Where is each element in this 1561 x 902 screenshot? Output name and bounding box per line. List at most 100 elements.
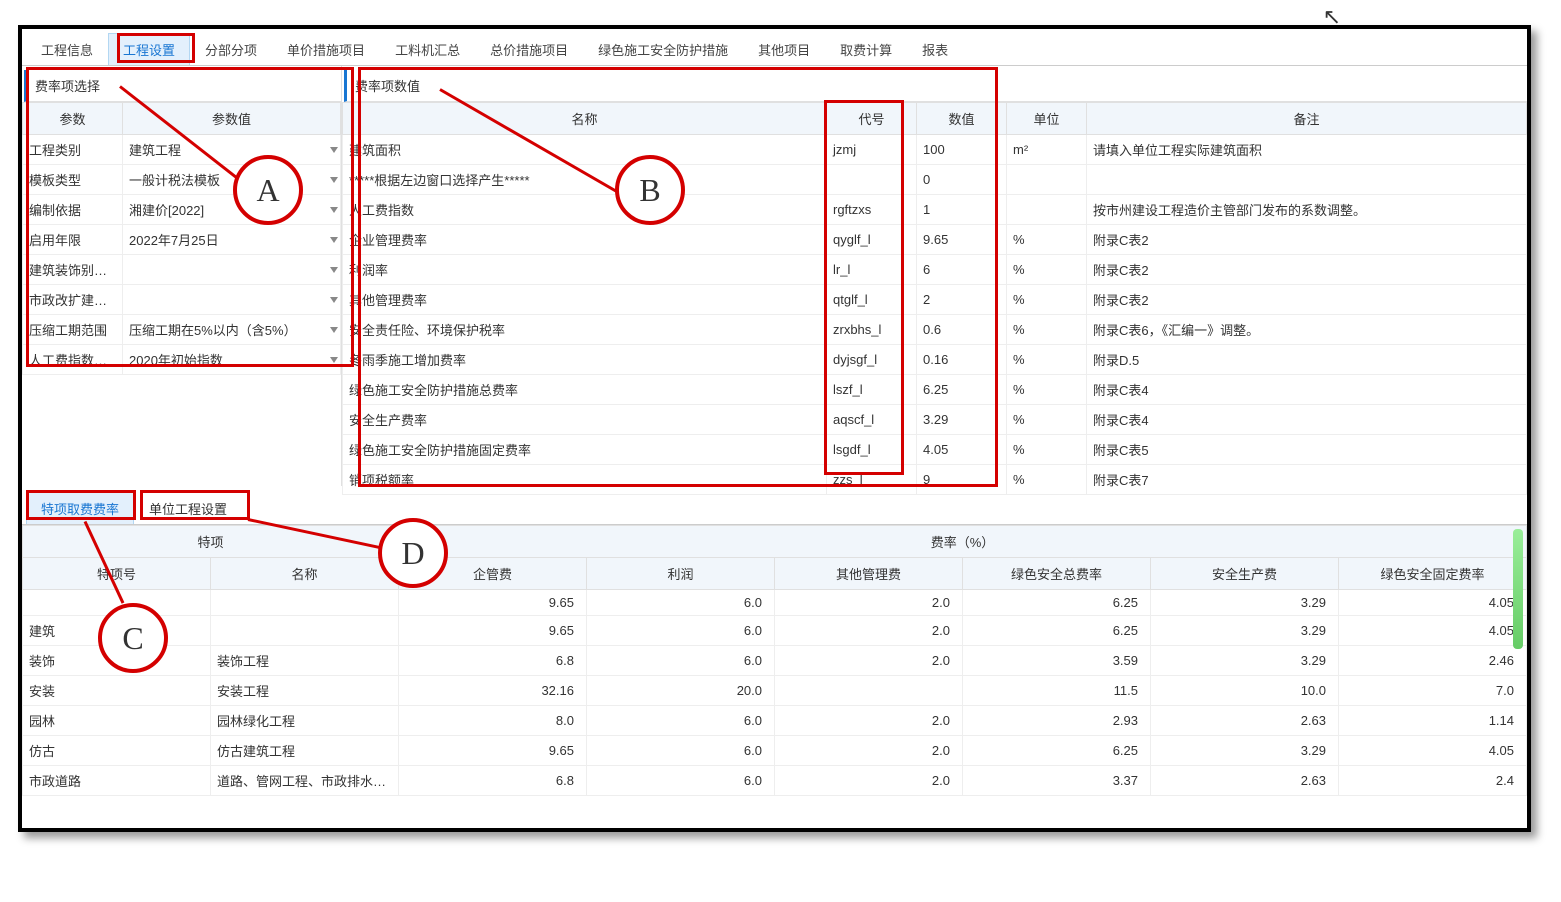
- rate-cell[interactable]: 6.8: [399, 766, 587, 796]
- lower-head-left-1[interactable]: 名称: [211, 558, 399, 590]
- tab-6[interactable]: 绿色施工安全防护措施: [583, 33, 743, 65]
- rate-cell[interactable]: 2.46: [1339, 646, 1527, 676]
- rate-cell[interactable]: 3.29: [1151, 736, 1339, 766]
- tab-4[interactable]: 工料机汇总: [380, 33, 475, 65]
- value-cell[interactable]: 2: [917, 285, 1007, 315]
- rate-cell[interactable]: 9.65: [399, 590, 587, 616]
- param-value[interactable]: 一般计税法模板: [123, 165, 341, 195]
- rate-cell[interactable]: 9.65: [399, 736, 587, 766]
- dropdown-arrow-icon[interactable]: [330, 237, 338, 243]
- rate-cell[interactable]: 8.0: [399, 706, 587, 736]
- tab-0[interactable]: 工程信息: [26, 33, 108, 65]
- col-unit[interactable]: 单位: [1007, 103, 1087, 135]
- value-cell[interactable]: 3.29: [917, 405, 1007, 435]
- rate-cell[interactable]: 11.5: [963, 676, 1151, 706]
- rate-cell[interactable]: 4.05: [1339, 590, 1527, 616]
- rate-cell[interactable]: 7.0: [1339, 676, 1527, 706]
- code-cell: zrxbhs_l: [827, 315, 917, 345]
- rate-cell[interactable]: 3.59: [963, 646, 1151, 676]
- lower-head-right-2[interactable]: 其他管理费: [775, 558, 963, 590]
- rate-cell[interactable]: 2.0: [775, 766, 963, 796]
- param-value[interactable]: [123, 255, 341, 285]
- col-code[interactable]: 代号: [827, 103, 917, 135]
- value-cell[interactable]: 6: [917, 255, 1007, 285]
- value-cell[interactable]: 0.16: [917, 345, 1007, 375]
- dropdown-arrow-icon[interactable]: [330, 177, 338, 183]
- rate-cell[interactable]: 6.8: [399, 646, 587, 676]
- rate-cell[interactable]: 10.0: [1151, 676, 1339, 706]
- dropdown-arrow-icon[interactable]: [330, 207, 338, 213]
- rate-cell[interactable]: 2.63: [1151, 766, 1339, 796]
- col-remark[interactable]: 备注: [1087, 103, 1527, 135]
- rate-cell[interactable]: 6.0: [587, 616, 775, 646]
- unit-cell: %: [1007, 435, 1087, 465]
- dropdown-arrow-icon[interactable]: [330, 147, 338, 153]
- value-cell[interactable]: 4.05: [917, 435, 1007, 465]
- rate-cell[interactable]: 2.0: [775, 616, 963, 646]
- rate-cell[interactable]: 3.29: [1151, 646, 1339, 676]
- value-cell[interactable]: 100: [917, 135, 1007, 165]
- rate-cell[interactable]: 4.05: [1339, 736, 1527, 766]
- rate-cell[interactable]: 6.0: [587, 736, 775, 766]
- rate-cell[interactable]: 3.29: [1151, 590, 1339, 616]
- rate-cell[interactable]: 9.65: [399, 616, 587, 646]
- lower-head-right-4[interactable]: 安全生产费: [1151, 558, 1339, 590]
- param-value[interactable]: 湘建价[2022]: [123, 195, 341, 225]
- value-cell[interactable]: 0.6: [917, 315, 1007, 345]
- rate-cell[interactable]: 1.14: [1339, 706, 1527, 736]
- lower-head-right-1[interactable]: 利润: [587, 558, 775, 590]
- rate-cell[interactable]: 6.0: [587, 646, 775, 676]
- rate-cell[interactable]: 3.29: [1151, 616, 1339, 646]
- value-cell[interactable]: 1: [917, 195, 1007, 225]
- col-name[interactable]: 名称: [343, 103, 827, 135]
- tab-8[interactable]: 取费计算: [825, 33, 907, 65]
- rate-cell[interactable]: 6.0: [587, 590, 775, 616]
- rate-cell[interactable]: 6.25: [963, 590, 1151, 616]
- value-cell[interactable]: 9: [917, 465, 1007, 495]
- dropdown-arrow-icon[interactable]: [330, 297, 338, 303]
- rate-cell[interactable]: 20.0: [587, 676, 775, 706]
- rate-cell[interactable]: 2.0: [775, 590, 963, 616]
- subtab-1[interactable]: 单位工程设置: [134, 492, 242, 524]
- col-value[interactable]: 数值: [917, 103, 1007, 135]
- rate-cell[interactable]: 3.37: [963, 766, 1151, 796]
- rate-cell[interactable]: 2.0: [775, 646, 963, 676]
- rate-cell[interactable]: 4.05: [1339, 616, 1527, 646]
- param-value[interactable]: 压缩工期在5%以内（含5%）: [123, 315, 341, 345]
- dropdown-arrow-icon[interactable]: [330, 357, 338, 363]
- rate-cell[interactable]: 2.93: [963, 706, 1151, 736]
- tab-7[interactable]: 其他项目: [743, 33, 825, 65]
- value-cell[interactable]: 0: [917, 165, 1007, 195]
- lower-head-right-3[interactable]: 绿色安全总费率: [963, 558, 1151, 590]
- tab-1[interactable]: 工程设置: [108, 33, 190, 65]
- param-name: 编制依据: [23, 195, 123, 225]
- panel-a-header-0[interactable]: 参数: [23, 103, 123, 135]
- param-value[interactable]: 2022年7月25日: [123, 225, 341, 255]
- tab-2[interactable]: 分部分项: [190, 33, 272, 65]
- rate-cell[interactable]: 32.16: [399, 676, 587, 706]
- param-value[interactable]: [123, 285, 341, 315]
- tab-9[interactable]: 报表: [907, 33, 963, 65]
- special-name: [211, 590, 399, 616]
- tab-5[interactable]: 总价措施项目: [475, 33, 583, 65]
- dropdown-arrow-icon[interactable]: [330, 327, 338, 333]
- rate-cell[interactable]: 6.25: [963, 736, 1151, 766]
- rate-cell[interactable]: 2.4: [1339, 766, 1527, 796]
- rate-cell[interactable]: 6.0: [587, 766, 775, 796]
- lower-head-right-5[interactable]: 绿色安全固定费率: [1339, 558, 1527, 590]
- scrollbar[interactable]: [1513, 529, 1523, 649]
- rate-cell[interactable]: 2.0: [775, 706, 963, 736]
- param-value[interactable]: 建筑工程: [123, 135, 341, 165]
- value-cell[interactable]: 6.25: [917, 375, 1007, 405]
- value-cell[interactable]: 9.65: [917, 225, 1007, 255]
- tab-3[interactable]: 单价措施项目: [272, 33, 380, 65]
- rate-cell[interactable]: 2.63: [1151, 706, 1339, 736]
- rate-cell[interactable]: 2.0: [775, 736, 963, 766]
- dropdown-arrow-icon[interactable]: [330, 267, 338, 273]
- param-value[interactable]: 2020年初始指数: [123, 345, 341, 375]
- rate-cell[interactable]: [775, 676, 963, 706]
- subtab-0[interactable]: 特项取费费率: [26, 492, 134, 524]
- panel-a-header-1[interactable]: 参数值: [123, 103, 341, 135]
- rate-cell[interactable]: 6.0: [587, 706, 775, 736]
- rate-cell[interactable]: 6.25: [963, 616, 1151, 646]
